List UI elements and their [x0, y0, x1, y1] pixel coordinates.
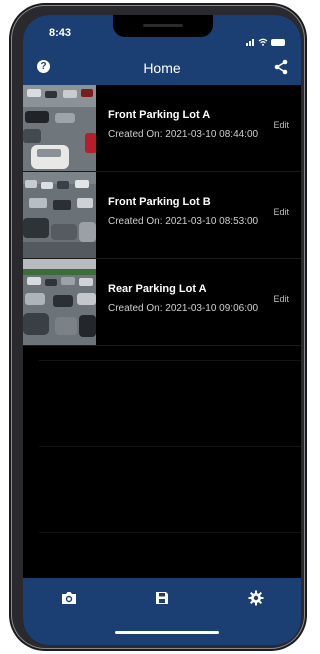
status-time: 8:43: [49, 27, 72, 39]
lot-name: Front Parking Lot A: [108, 109, 211, 121]
share-icon[interactable]: [273, 59, 289, 75]
lot-name: Front Parking Lot B: [108, 196, 211, 208]
status-icons: [246, 28, 285, 46]
edit-button[interactable]: Edit: [273, 120, 289, 130]
save-icon[interactable]: [153, 589, 171, 607]
settings-icon[interactable]: [247, 589, 265, 607]
notch: [113, 15, 213, 37]
home-indicator[interactable]: [115, 631, 219, 634]
lot-thumbnail: [23, 259, 96, 345]
app-screen: 8:43 ? Home Front Parking Lot A Created …: [23, 15, 301, 645]
wifi-icon: [258, 38, 268, 46]
app-header: 8:43 ? Home: [23, 15, 301, 85]
signal-icon: [246, 28, 255, 46]
list-item[interactable]: Front Parking Lot B Created On: 2021-03-…: [23, 172, 301, 259]
created-date: Created On: 2021-03-10 09:06:00: [108, 303, 259, 314]
battery-icon: [271, 39, 285, 46]
list-divider: [39, 360, 301, 361]
parking-lot-list: Front Parking Lot A Created On: 2021-03-…: [23, 85, 301, 346]
list-divider: [39, 446, 301, 447]
tab-bar: [23, 578, 301, 645]
list-item[interactable]: Rear Parking Lot A Created On: 2021-03-1…: [23, 259, 301, 346]
list-divider: [39, 532, 301, 533]
edit-button[interactable]: Edit: [273, 207, 289, 217]
created-date: Created On: 2021-03-10 08:44:00: [108, 129, 259, 140]
list-item[interactable]: Front Parking Lot A Created On: 2021-03-…: [23, 85, 301, 172]
speaker-grille: [143, 24, 183, 27]
edit-button[interactable]: Edit: [273, 294, 289, 304]
lot-thumbnail: [23, 85, 96, 171]
camera-icon[interactable]: [60, 589, 78, 607]
lot-name: Rear Parking Lot A: [108, 283, 207, 295]
page-title: Home: [143, 60, 181, 76]
lot-thumbnail: [23, 172, 96, 258]
created-date: Created On: 2021-03-10 08:53:00: [108, 216, 259, 227]
